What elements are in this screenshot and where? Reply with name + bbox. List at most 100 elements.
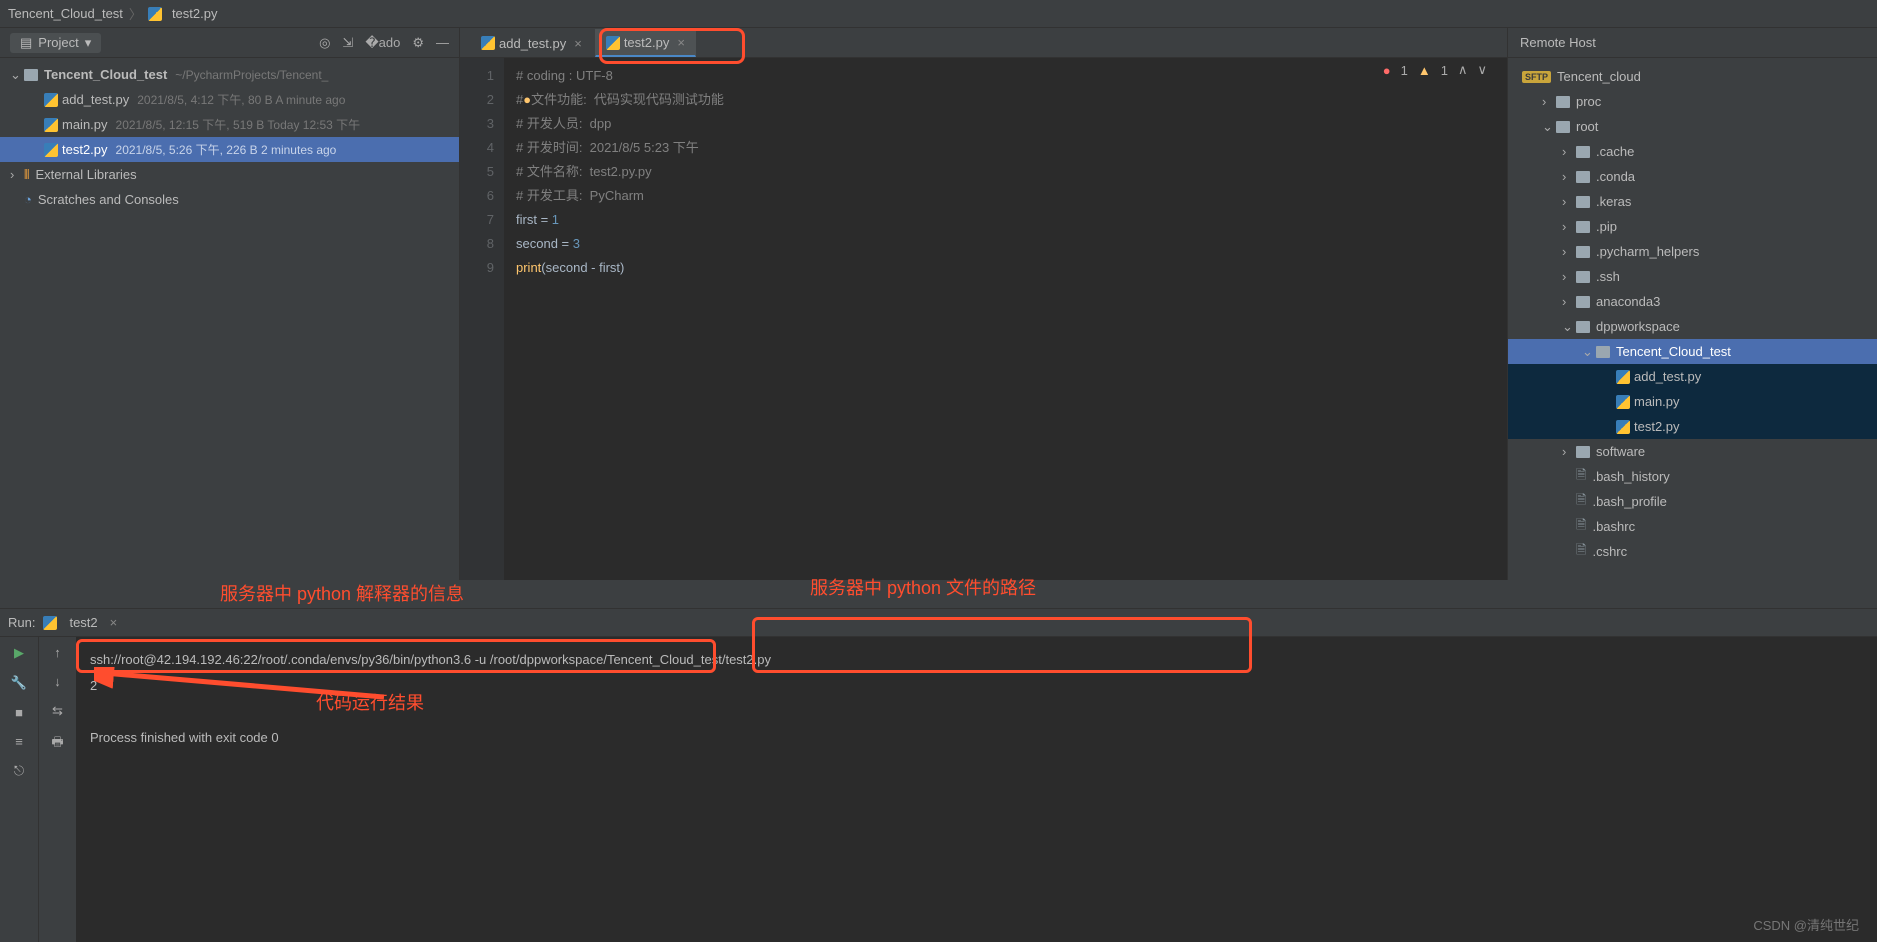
close-icon[interactable]: × (110, 615, 118, 630)
folder-icon (1556, 96, 1570, 108)
remote-tree-item[interactable]: ›.conda (1508, 164, 1877, 189)
remote-host-panel: Remote Host SFTP Tencent_cloud ›proc ⌄ roo… (1507, 28, 1877, 580)
remote-item-label: .bash_profile (1592, 494, 1666, 509)
folder-icon (24, 69, 38, 81)
hide-icon[interactable]: — (436, 35, 449, 51)
editor-area: add_test.py × test2.py × 123456789 # cod… (460, 28, 1507, 580)
console-output[interactable]: ssh://root@42.194.192.46:22/root/.conda/… (76, 637, 1877, 942)
wrench-icon[interactable]: 🔧 (11, 675, 27, 691)
locate-icon[interactable]: ◎ (319, 35, 330, 51)
remote-tree-item[interactable]: ⌄Tencent_Cloud_test (1508, 339, 1877, 364)
tab-label: add_test.py (499, 36, 566, 51)
remote-tree-item[interactable]: › .pycharm_helpers (1508, 239, 1877, 264)
remote-tree-item[interactable]: ›.ssh (1508, 264, 1877, 289)
wrap-icon[interactable]: ⇆ (52, 703, 63, 719)
exit-icon[interactable]: ⎋ (14, 763, 24, 779)
chevron-icon: › (1562, 144, 1576, 159)
folder-icon (1576, 271, 1590, 283)
chevron-icon: ⌄ (1542, 119, 1556, 135)
remote-host-node[interactable]: SFTP Tencent_cloud (1508, 64, 1877, 89)
remote-tree-item[interactable]: ›proc (1508, 89, 1877, 114)
close-icon[interactable]: × (677, 35, 685, 50)
file-icon: 🗎 (1576, 541, 1586, 563)
remote-tree-item[interactable]: main.py (1508, 389, 1877, 414)
remote-tree-item[interactable]: ›software (1508, 439, 1877, 464)
remote-item-label: .pycharm_helpers (1596, 244, 1699, 259)
tree-project-root[interactable]: ⌄ Tencent_Cloud_test ~/PycharmProjects/T… (0, 62, 459, 87)
file-name: add_test.py (62, 92, 129, 107)
code-content[interactable]: # coding : UTF-8 #●文件功能: 代码实现代码测试功能 # 开发… (504, 58, 1507, 580)
chevron-icon: › (1542, 94, 1556, 109)
project-selector[interactable]: ▤ Project ▾ (10, 33, 101, 53)
down-icon[interactable]: ↓ (54, 674, 61, 689)
breadcrumb-file[interactable]: test2.py (172, 6, 218, 21)
close-icon[interactable]: × (574, 36, 582, 51)
inspection-bar[interactable]: ●1 ▲1 ∧ ∨ (1383, 62, 1487, 78)
file-icon: 🗎 (1576, 466, 1586, 488)
stop-icon[interactable]: ■ (15, 705, 23, 720)
folder-icon (1576, 146, 1590, 158)
remote-tree-item[interactable]: 🗎.cshrc (1508, 539, 1877, 564)
folder-icon (1576, 246, 1590, 258)
rerun-icon[interactable]: ▶ (14, 645, 24, 661)
warning-icon[interactable]: ▲ (1418, 63, 1431, 78)
collapse-icon[interactable]: �ado (365, 35, 400, 51)
tree-scratches[interactable]: ◔ Scratches and Consoles (0, 187, 459, 212)
remote-tree-item[interactable]: ›.pip (1508, 214, 1877, 239)
remote-tree-item[interactable]: 🗎.bash_profile (1508, 489, 1877, 514)
settings-icon[interactable]: ⚙ (412, 35, 424, 51)
code-editor[interactable]: 123456789 # coding : UTF-8 #●文件功能: 代码实现代… (460, 58, 1507, 580)
python-icon (44, 118, 58, 132)
remote-tree-item[interactable]: 🗎.bashrc (1508, 514, 1877, 539)
file-name: test2.py (62, 142, 108, 157)
project-root-path: ~/PycharmProjects/Tencent_ (175, 68, 328, 82)
remote-tree-item[interactable]: 🗎.bash_history (1508, 464, 1877, 489)
python-icon (1616, 370, 1630, 384)
chevron-icon: › (1562, 244, 1576, 259)
remote-item-label: dppworkspace (1596, 319, 1680, 334)
remote-tree-item[interactable]: ›.keras (1508, 189, 1877, 214)
file-meta: 2021/8/5, 4:12 下午, 80 B A minute ago (137, 91, 345, 108)
run-config-name[interactable]: test2 (69, 615, 97, 630)
breadcrumb-root[interactable]: Tencent_Cloud_test (8, 6, 123, 21)
gutter: 123456789 (460, 58, 504, 580)
tree-file[interactable]: main.py 2021/8/5, 12:15 下午, 519 B Today … (0, 112, 459, 137)
python-icon (43, 616, 57, 630)
next-icon[interactable]: ∨ (1477, 62, 1487, 78)
expand-icon[interactable]: ⇲ (342, 35, 353, 51)
remote-tree-item[interactable]: test2.py (1508, 414, 1877, 439)
tree-file[interactable]: add_test.py 2021/8/5, 4:12 下午, 80 B A mi… (0, 87, 459, 112)
print-icon[interactable]: 🖶 (51, 733, 63, 755)
project-sidebar: ▤ Project ▾ ◎ ⇲ �ado ⚙ — ⌄ Tencent_Cloud… (0, 28, 460, 580)
remote-item-label: Tencent_Cloud_test (1616, 344, 1731, 359)
project-label: Project (38, 35, 78, 50)
folder-icon (1576, 221, 1590, 233)
remote-item-label: test2.py (1634, 419, 1680, 434)
up-icon[interactable]: ↑ (54, 645, 61, 660)
error-icon[interactable]: ● (1383, 63, 1391, 78)
remote-tree-item[interactable]: ›anaconda3 (1508, 289, 1877, 314)
remote-tree-item[interactable]: ›.cache (1508, 139, 1877, 164)
sftp-icon: SFTP (1522, 71, 1551, 83)
tree-file-selected[interactable]: test2.py 2021/8/5, 5:26 下午, 226 B 2 minu… (0, 137, 459, 162)
layout-icon[interactable]: ≡ (15, 734, 23, 749)
remote-tree-item[interactable]: ⌄ dppworkspace (1508, 314, 1877, 339)
editor-tabs: add_test.py × test2.py × (460, 28, 1507, 58)
python-icon (606, 36, 620, 50)
tab-label: test2.py (624, 35, 670, 50)
tab-add-test[interactable]: add_test.py × (470, 29, 593, 57)
remote-tree-item[interactable]: add_test.py (1508, 364, 1877, 389)
chevron-icon: ⌄ (1562, 319, 1576, 335)
tab-test2[interactable]: test2.py × (595, 29, 696, 57)
exit-message: Process finished with exit code 0 (90, 725, 1863, 751)
chevron-icon: › (1562, 294, 1576, 309)
remote-host-header: Remote Host (1508, 28, 1877, 58)
file-meta: 2021/8/5, 5:26 下午, 226 B 2 minutes ago (116, 141, 337, 158)
remote-item-label: root (1576, 119, 1598, 134)
tree-external-libs[interactable]: › ⫴ External Libraries (0, 162, 459, 187)
remote-item-label: .bashrc (1592, 519, 1635, 534)
remote-item-label: .ssh (1596, 269, 1620, 284)
scratch-label: Scratches and Consoles (38, 192, 179, 207)
prev-icon[interactable]: ∧ (1458, 62, 1468, 78)
remote-tree-item[interactable]: ⌄ root (1508, 114, 1877, 139)
